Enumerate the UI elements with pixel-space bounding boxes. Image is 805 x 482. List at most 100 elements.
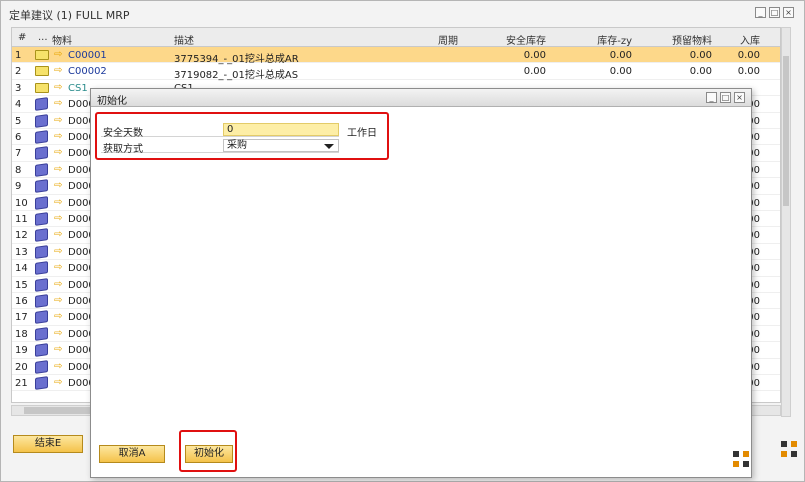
link-arrow-icon[interactable]: ⇨ xyxy=(54,279,62,290)
link-arrow-icon[interactable]: ⇨ xyxy=(54,229,62,240)
link-arrow-icon[interactable]: ⇨ xyxy=(54,49,62,60)
safety-stock-value: 0.00 xyxy=(523,66,546,78)
material-code[interactable]: C00001 xyxy=(68,50,107,61)
link-arrow-icon[interactable]: ⇨ xyxy=(54,344,62,355)
link-arrow-icon[interactable]: ⇨ xyxy=(54,164,62,175)
col-header-inbound[interactable]: 入库 xyxy=(728,32,760,47)
row-number: 16 xyxy=(15,296,28,307)
col-header-reserved[interactable]: 预留物料 xyxy=(648,32,712,47)
link-arrow-icon[interactable]: ⇨ xyxy=(54,98,62,109)
folder-icon xyxy=(35,82,49,93)
row-number: 10 xyxy=(15,197,28,209)
maximize-icon[interactable]: □ xyxy=(769,7,780,18)
main-window-controls: _ □ × xyxy=(755,7,794,18)
col-header-safety-stock[interactable]: 安全库存 xyxy=(482,32,546,47)
row-number: 12 xyxy=(15,230,28,242)
link-arrow-icon[interactable]: ⇨ xyxy=(54,213,62,224)
cube-icon xyxy=(35,179,48,194)
init-dialog: 初始化 _ □ × 安全天数 0 工作日 获取方式 采购 取消A 初始化 xyxy=(90,88,752,478)
reserved-value: 0.00 xyxy=(689,50,712,61)
link-arrow-icon[interactable]: ⇨ xyxy=(54,131,62,142)
row-number: 15 xyxy=(15,279,28,291)
folder-icon xyxy=(35,66,49,77)
row-number: 6 xyxy=(15,132,22,143)
link-arrow-icon[interactable]: ⇨ xyxy=(54,82,62,93)
cube-icon xyxy=(35,343,48,358)
cube-icon xyxy=(35,113,48,128)
grid-vertical-scrollbar[interactable] xyxy=(781,27,791,417)
main-window-title: 定单建议 (1) FULL MRP xyxy=(9,9,130,22)
row-number: 2 xyxy=(15,66,22,78)
material-code[interactable]: CS1 xyxy=(68,83,88,94)
table-row[interactable]: 1 ⇨ C00001 3775394_-_01挖斗总成AR 0.00 0.00 0.00 0.… xyxy=(12,47,780,65)
cube-icon xyxy=(35,261,48,276)
cube-icon xyxy=(35,326,48,341)
row-number: 17 xyxy=(15,312,28,324)
row-number: 11 xyxy=(15,214,28,225)
col-header-stock-zy[interactable]: 库存-zy xyxy=(572,32,632,47)
link-arrow-icon[interactable]: ⇨ xyxy=(54,197,62,208)
row-number: 8 xyxy=(15,164,22,176)
link-arrow-icon[interactable]: ⇨ xyxy=(54,246,62,257)
row-number: 7 xyxy=(15,148,22,160)
link-arrow-icon[interactable]: ⇨ xyxy=(54,180,62,191)
inbound-value: 0.00 xyxy=(737,50,760,61)
dialog-titlebar: 初始化 _ □ × xyxy=(91,89,751,107)
link-arrow-icon[interactable]: ⇨ xyxy=(54,65,62,76)
cube-icon xyxy=(35,294,48,308)
col-header-description[interactable]: 描述 xyxy=(174,32,194,47)
cube-icon xyxy=(35,376,48,390)
close-icon[interactable]: × xyxy=(783,7,794,18)
vscroll-thumb[interactable] xyxy=(783,56,789,206)
highlight-box-fields xyxy=(95,112,389,160)
cube-icon xyxy=(35,277,48,292)
grid-header: # ... 物料 描述 周期 安全库存 库存-zy 预留物料 入库 xyxy=(12,28,780,47)
cube-icon xyxy=(35,130,48,144)
row-number: 14 xyxy=(15,263,28,275)
link-arrow-icon[interactable]: ⇨ xyxy=(54,328,62,339)
reserved-value: 0.00 xyxy=(689,66,712,78)
row-number: 18 xyxy=(15,328,28,340)
dialog-window-controls: _ □ × xyxy=(706,92,745,103)
col-header-more[interactable]: ... xyxy=(38,32,48,43)
row-number: 13 xyxy=(15,246,28,258)
end-button[interactable]: 结束E xyxy=(13,435,83,453)
safety-stock-value: 0.00 xyxy=(523,50,546,61)
link-arrow-icon[interactable]: ⇨ xyxy=(54,115,62,126)
link-arrow-icon[interactable]: ⇨ xyxy=(54,361,62,372)
link-arrow-icon[interactable]: ⇨ xyxy=(54,311,62,322)
minimize-icon[interactable]: _ xyxy=(755,7,766,18)
cube-icon xyxy=(35,146,48,161)
cube-icon xyxy=(35,228,48,243)
hscroll-thumb[interactable] xyxy=(24,407,94,414)
row-number: 5 xyxy=(15,115,22,127)
dialog-maximize-icon[interactable]: □ xyxy=(720,92,731,103)
dialog-minimize-icon[interactable]: _ xyxy=(706,92,717,103)
cube-icon xyxy=(35,310,48,325)
cancel-button[interactable]: 取消A xyxy=(99,445,165,463)
link-arrow-icon[interactable]: ⇨ xyxy=(54,262,62,273)
link-arrow-icon[interactable]: ⇨ xyxy=(54,295,62,306)
sap-logo-icon xyxy=(781,441,797,457)
stock-zy-value: 0.00 xyxy=(609,50,632,61)
col-header-period[interactable]: 周期 xyxy=(422,32,458,47)
link-arrow-icon[interactable]: ⇨ xyxy=(54,147,62,158)
link-arrow-icon[interactable]: ⇨ xyxy=(54,377,62,388)
col-header-rownum[interactable]: # xyxy=(18,32,26,43)
dialog-sap-logo-icon xyxy=(733,451,749,467)
cube-icon xyxy=(35,162,48,177)
highlight-box-init-button xyxy=(179,430,237,472)
cube-icon xyxy=(35,195,48,210)
col-header-material[interactable]: 物料 xyxy=(52,32,72,47)
cube-icon xyxy=(35,212,48,226)
cube-icon xyxy=(35,97,48,112)
row-number: 20 xyxy=(15,361,28,373)
material-code[interactable]: C00002 xyxy=(68,66,107,77)
stock-zy-value: 0.00 xyxy=(609,66,632,78)
inbound-value: 0.00 xyxy=(737,66,760,78)
row-number: 1 xyxy=(15,50,22,61)
dialog-close-icon[interactable]: × xyxy=(734,92,745,103)
row-number: 9 xyxy=(15,181,22,193)
table-row[interactable]: 2 ⇨ C00002 3719082_-_01挖斗总成AS 0.00 0.00 0.00 0.… xyxy=(12,63,780,81)
row-number: 3 xyxy=(15,82,22,94)
